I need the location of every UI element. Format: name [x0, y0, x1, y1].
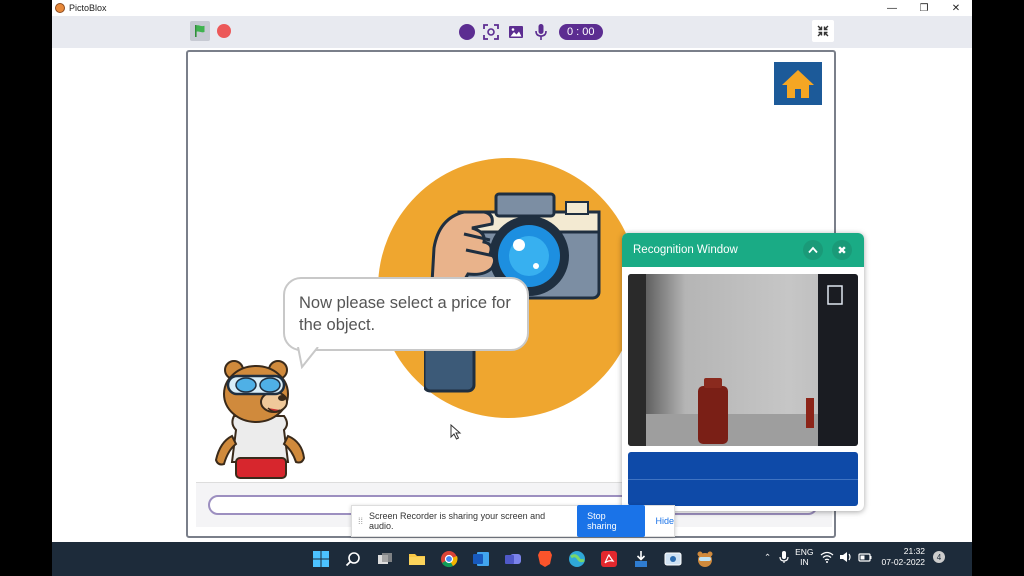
- chevron-up-tray-icon[interactable]: ⌃: [764, 552, 771, 563]
- recorder-app-button[interactable]: [662, 548, 684, 570]
- start-button[interactable]: [310, 548, 332, 570]
- record-button[interactable]: [459, 24, 475, 40]
- brave-button[interactable]: [534, 548, 556, 570]
- file-explorer-button[interactable]: [406, 548, 428, 570]
- brave-lion-icon: [538, 551, 552, 567]
- recognition-divider: [628, 479, 858, 480]
- acrobat-button[interactable]: [598, 548, 620, 570]
- windows-taskbar: ⌃ ENG IN 21:32 07-02-2022 4: [52, 542, 972, 576]
- close-window-button[interactable]: ✕: [940, 0, 972, 16]
- green-flag-button[interactable]: [190, 21, 210, 41]
- pictoblox-logo-icon: [55, 3, 65, 13]
- task-view-icon: [378, 553, 392, 564]
- language-indicator[interactable]: ENG IN: [795, 547, 813, 567]
- close-recognition-button[interactable]: ✖: [832, 240, 852, 260]
- notification-badge[interactable]: 4: [933, 551, 946, 563]
- title-bar: PictoBlox — ❐ ✕: [52, 0, 972, 16]
- chrome-icon: [441, 551, 458, 568]
- edge-button[interactable]: [566, 548, 588, 570]
- chrome-button[interactable]: [438, 548, 460, 570]
- collapse-fullscreen-icon: [817, 25, 829, 37]
- language-code: ENG: [795, 547, 814, 557]
- screen-recorder-icon: [664, 552, 682, 566]
- clock[interactable]: 21:32 07-02-2022: [882, 546, 925, 568]
- app-window: PictoBlox — ❐ ✕ 0: 00 Now please select…: [52, 0, 972, 542]
- camera-feed: [628, 274, 858, 446]
- search-icon: [345, 552, 360, 567]
- drag-handle-icon[interactable]: ⁞⁞: [358, 516, 363, 526]
- webcam-frame-image: [628, 274, 858, 446]
- bear-mascot-sprite: [214, 360, 306, 479]
- minimize-button[interactable]: —: [876, 0, 908, 16]
- image-button[interactable]: [507, 23, 525, 41]
- mouse-cursor-icon: [450, 424, 462, 440]
- window-controls: — ❐ ✕: [876, 0, 972, 16]
- wifi-icon[interactable]: [820, 551, 834, 563]
- recognition-result-bar: [628, 452, 858, 506]
- share-message: Screen Recorder is sharing your screen a…: [369, 511, 546, 531]
- teams-icon: [505, 554, 521, 564]
- pictoblox-taskbar-button[interactable]: [694, 548, 716, 570]
- microphone-tray-icon[interactable]: [779, 550, 789, 564]
- clock-date: 07-02-2022: [881, 557, 926, 567]
- recording-timer: 0 : 00: [559, 24, 603, 40]
- task-view-button[interactable]: [374, 548, 396, 570]
- hide-banner-link[interactable]: Hide: [655, 516, 674, 526]
- home-button[interactable]: [774, 62, 822, 105]
- clock-time: 21:32: [903, 546, 926, 556]
- green-flag-icon: [195, 25, 205, 37]
- home-icon: [782, 69, 814, 98]
- stop-button[interactable]: [217, 24, 231, 38]
- microphone-button[interactable]: [532, 23, 550, 41]
- system-tray: ⌃ ENG IN 21:32 07-02-2022 4: [764, 546, 946, 568]
- windows-logo-icon: [313, 551, 329, 567]
- recognition-window: Recognition Window ✖: [622, 233, 864, 511]
- microphone-icon: [535, 24, 547, 40]
- letterbox-left: [0, 0, 52, 542]
- download-box-icon: [635, 551, 647, 567]
- speech-bubble: Now please select a price for the object…: [283, 277, 529, 351]
- folder-icon: [409, 554, 425, 565]
- pdf-icon: [601, 551, 617, 567]
- letterbox-right: [972, 0, 1024, 542]
- recognition-header: Recognition Window ✖: [622, 233, 864, 267]
- language-region: IN: [800, 557, 809, 567]
- search-button[interactable]: [342, 548, 364, 570]
- battery-icon[interactable]: [857, 551, 872, 563]
- word-button[interactable]: [470, 548, 492, 570]
- screenshot-button[interactable]: [482, 23, 500, 41]
- recognition-title: Recognition Window: [633, 244, 738, 256]
- restore-button[interactable]: ❐: [908, 0, 940, 16]
- image-icon: [509, 26, 523, 38]
- pictoblox-bear-icon: [697, 551, 713, 567]
- stage-toolbar: 0 : 00: [52, 16, 972, 48]
- installer-button[interactable]: [630, 548, 652, 570]
- window-title: PictoBlox: [69, 3, 107, 13]
- taskbar-apps: [310, 548, 716, 570]
- screenshot-icon: [483, 24, 499, 40]
- stop-sharing-button[interactable]: Stop sharing: [577, 505, 646, 537]
- chevron-up-icon: [808, 246, 818, 254]
- exit-fullscreen-button[interactable]: [812, 20, 834, 42]
- collapse-recognition-button[interactable]: [803, 240, 823, 260]
- word-icon: [473, 552, 489, 566]
- recorder-controls: 0 : 00: [459, 22, 603, 42]
- volume-icon[interactable]: [839, 551, 853, 563]
- screen-share-banner: ⁞⁞ Screen Recorder is sharing your scree…: [351, 505, 675, 537]
- teams-button[interactable]: [502, 548, 524, 570]
- globe-icon: [569, 551, 585, 567]
